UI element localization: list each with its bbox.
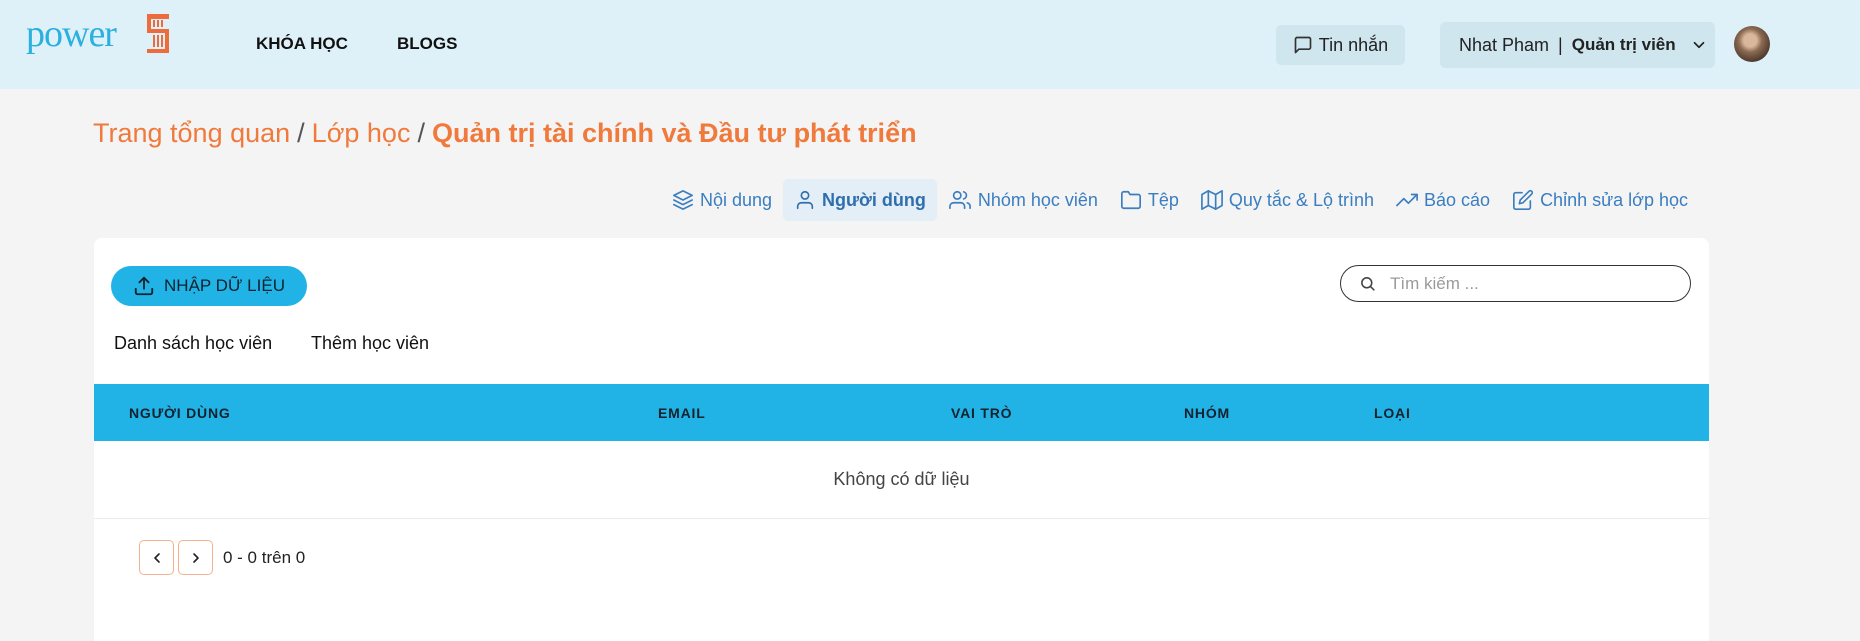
breadcrumb-separator: / <box>297 118 305 148</box>
avatar[interactable] <box>1734 26 1770 62</box>
tab-nhom-hoc-vien[interactable]: Nhóm học viên <box>937 179 1109 221</box>
pagination-info: 0 - 0 trên 0 <box>223 548 306 567</box>
column-header-role[interactable]: VAI TRÒ <box>951 405 1012 421</box>
tab-label: Chỉnh sửa lớp học <box>1540 189 1688 210</box>
users-card: NHẬP DỮ LIỆU Danh sách học viên Thêm học… <box>94 238 1709 641</box>
breadcrumb-classes[interactable]: Lớp học <box>312 118 411 149</box>
import-data-button[interactable]: NHẬP DỮ LIỆU <box>111 266 307 306</box>
column-header-group[interactable]: NHÓM <box>1184 405 1230 421</box>
next-page-button[interactable] <box>178 540 213 575</box>
messages-label: Tin nhắn <box>1318 34 1389 55</box>
subtab-student-list[interactable]: Danh sách học viên <box>114 333 272 354</box>
tab-label: Quy tắc & Lộ trình <box>1228 189 1374 210</box>
column-header-type[interactable]: LOẠI <box>1374 405 1411 421</box>
tab-nguoi-dung[interactable]: Người dùng <box>783 179 937 221</box>
power5-logo[interactable]: power <box>26 12 180 64</box>
empty-state: Không có dữ liệu <box>94 441 1709 519</box>
tab-label: Báo cáo <box>1424 189 1491 210</box>
trending-up-icon <box>1396 193 1418 207</box>
users-icon <box>948 190 971 210</box>
class-tabs: Nội dung Người dùng Nhóm học viên Tệp Qu… <box>661 179 1699 221</box>
subtab-add-student[interactable]: Thêm học viên <box>311 333 429 354</box>
search-input[interactable] <box>1390 273 1670 294</box>
breadcrumb-separator: / <box>417 118 425 148</box>
tab-tep[interactable]: Tệp <box>1109 179 1190 221</box>
column-header-user[interactable]: NGƯỜI DÙNG <box>129 405 231 421</box>
prev-page-button[interactable] <box>139 540 174 575</box>
chevron-right-icon <box>192 552 199 563</box>
chevron-down-icon <box>1690 36 1708 54</box>
user-name: Nhat Pham <box>1459 34 1550 55</box>
edit-icon <box>1513 189 1534 210</box>
message-square-icon <box>1294 36 1312 54</box>
folder-icon <box>1120 190 1141 210</box>
user-separator: | <box>1558 34 1563 55</box>
breadcrumb: Trang tổng quan / Lớp học / Quản trị tài… <box>93 118 917 149</box>
column-header-email[interactable]: EMAIL <box>658 405 706 421</box>
tab-label: Người dùng <box>822 189 926 210</box>
user-role: Quản trị viên <box>1571 35 1676 54</box>
chevron-left-icon <box>153 552 160 563</box>
tab-noi-dung[interactable]: Nội dung <box>661 179 783 221</box>
page-title: Quản trị tài chính và Đầu tư phát triển <box>431 118 917 148</box>
table-header: NGƯỜI DÙNG EMAIL VAI TRÒ NHÓM LOẠI <box>94 384 1709 441</box>
tab-label: Nội dung <box>699 189 773 210</box>
nav-khoa-hoc[interactable]: KHÓA HỌC <box>256 34 348 54</box>
svg-text:power: power <box>26 13 117 55</box>
user-icon <box>796 190 814 210</box>
upload-icon <box>134 276 154 296</box>
breadcrumb-dashboard[interactable]: Trang tổng quan <box>93 118 290 149</box>
top-header: power KHÓA HỌC BLOGS Tin nhắn Nhat Pham … <box>0 0 1860 89</box>
search-icon <box>1361 277 1375 291</box>
layers-icon <box>672 190 693 210</box>
map-icon <box>1201 190 1223 210</box>
search-box <box>1340 265 1691 302</box>
import-data-label: NHẬP DỮ LIỆU <box>164 276 285 295</box>
tab-chinh-sua-lop-hoc[interactable]: Chỉnh sửa lớp học <box>1501 179 1699 221</box>
empty-state-text: Không có dữ liệu <box>833 469 970 489</box>
tab-label: Tệp <box>1147 189 1179 210</box>
tab-bao-cao[interactable]: Báo cáo <box>1385 179 1501 221</box>
tab-label: Nhóm học viên <box>977 189 1098 210</box>
tab-quy-tac-lo-trinh[interactable]: Quy tắc & Lộ trình <box>1190 179 1385 221</box>
messages-button[interactable]: Tin nhắn <box>1276 25 1405 65</box>
user-menu[interactable]: Nhat Pham | Quản trị viên <box>1440 22 1715 68</box>
nav-blogs[interactable]: BLOGS <box>397 34 457 54</box>
